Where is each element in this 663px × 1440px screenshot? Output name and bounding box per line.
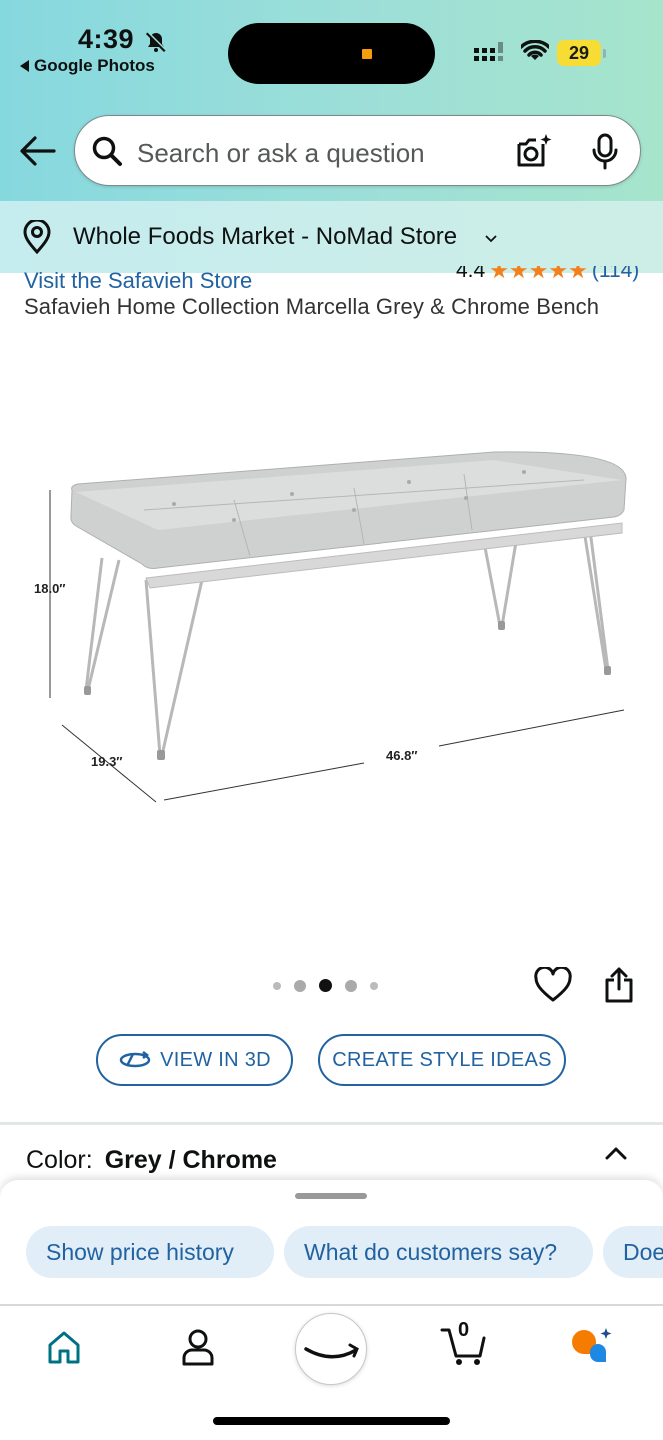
rating-stars-icon: ★★★★★ (489, 266, 588, 283)
suggestion-chip[interactable]: Show price history (26, 1226, 274, 1278)
microphone-icon[interactable] (590, 133, 620, 171)
dimension-height-label: 18.0″ (34, 581, 66, 596)
view-in-3d-button[interactable]: VIEW IN 3D (96, 1034, 293, 1086)
carousel-dot-active[interactable] (319, 979, 332, 992)
image-carousel-indicator[interactable] (273, 979, 378, 992)
home-icon[interactable] (46, 1329, 82, 1365)
back-app-label: Google Photos (34, 56, 155, 75)
search-bar[interactable]: Search or ask a question (74, 115, 641, 186)
account-icon[interactable] (180, 1328, 216, 1366)
color-selector[interactable]: Color: Grey / Chrome (26, 1146, 277, 1175)
share-icon[interactable] (603, 966, 635, 1004)
recording-indicator (362, 49, 372, 59)
dynamic-island (228, 23, 435, 84)
chevron-down-icon[interactable] (484, 234, 498, 244)
camera-search-icon[interactable] (515, 132, 553, 170)
view-in-3d-label: VIEW IN 3D (160, 1048, 271, 1071)
carousel-dot[interactable] (345, 979, 357, 992)
wifi-icon (521, 40, 549, 60)
status-time: 4:39 (78, 24, 135, 54)
location-pin-icon (23, 220, 51, 254)
back-arrow-icon[interactable] (18, 134, 56, 168)
cart-count-badge: 0 (458, 1319, 470, 1341)
back-triangle-icon (20, 60, 29, 72)
wishlist-heart-icon[interactable] (534, 967, 572, 1003)
rating-summary[interactable]: 4.4 ★★★★★ (114) (456, 266, 639, 286)
suggestion-chip[interactable]: What do customers say? (284, 1226, 593, 1278)
section-divider (0, 1122, 663, 1125)
carousel-dot[interactable] (273, 981, 281, 990)
carousel-dot[interactable] (294, 979, 306, 992)
rating-count[interactable]: (114) (592, 266, 639, 286)
dimension-depth-label: 19.3″ (91, 754, 123, 769)
sheet-grabber-handle[interactable] (295, 1193, 367, 1199)
color-value: Grey / Chrome (104, 1146, 277, 1174)
rufus-assistant-icon[interactable] (568, 1326, 616, 1366)
amazon-smile-icon (304, 1343, 359, 1359)
visit-store-link[interactable]: Visit the Safavieh Store (24, 266, 252, 288)
cellular-signal-icon (474, 42, 503, 61)
carousel-dot[interactable] (370, 981, 378, 990)
create-style-ideas-button[interactable]: CREATE STYLE IDEAS (318, 1034, 566, 1086)
bell-off-icon (145, 31, 167, 53)
rotate-3d-icon (119, 1051, 151, 1068)
delivery-location-label[interactable]: Whole Foods Market - NoMad Store (73, 223, 457, 251)
dimension-width-label: 46.8″ (386, 748, 418, 763)
amazon-smile-button[interactable] (295, 1313, 367, 1385)
create-style-ideas-label: CREATE STYLE IDEAS (332, 1048, 552, 1071)
chevron-up-icon[interactable] (604, 1144, 628, 1162)
suggestion-chip[interactable]: Doe (603, 1226, 663, 1278)
product-title: Safavieh Home Collection Marcella Grey &… (24, 294, 600, 319)
color-label: Color: (26, 1146, 93, 1174)
home-indicator[interactable] (213, 1417, 450, 1425)
battery-indicator: 29 (557, 40, 606, 66)
product-image[interactable]: 18.0″ 19.3″ 46.8″ (24, 430, 644, 810)
search-icon (92, 136, 122, 166)
back-to-app-link[interactable]: Google Photos (20, 56, 155, 76)
rufus-suggestion-sheet[interactable]: Show price history What do customers say… (0, 1180, 663, 1306)
search-input[interactable]: Search or ask a question (137, 138, 425, 169)
rating-value: 4.4 (456, 266, 486, 282)
